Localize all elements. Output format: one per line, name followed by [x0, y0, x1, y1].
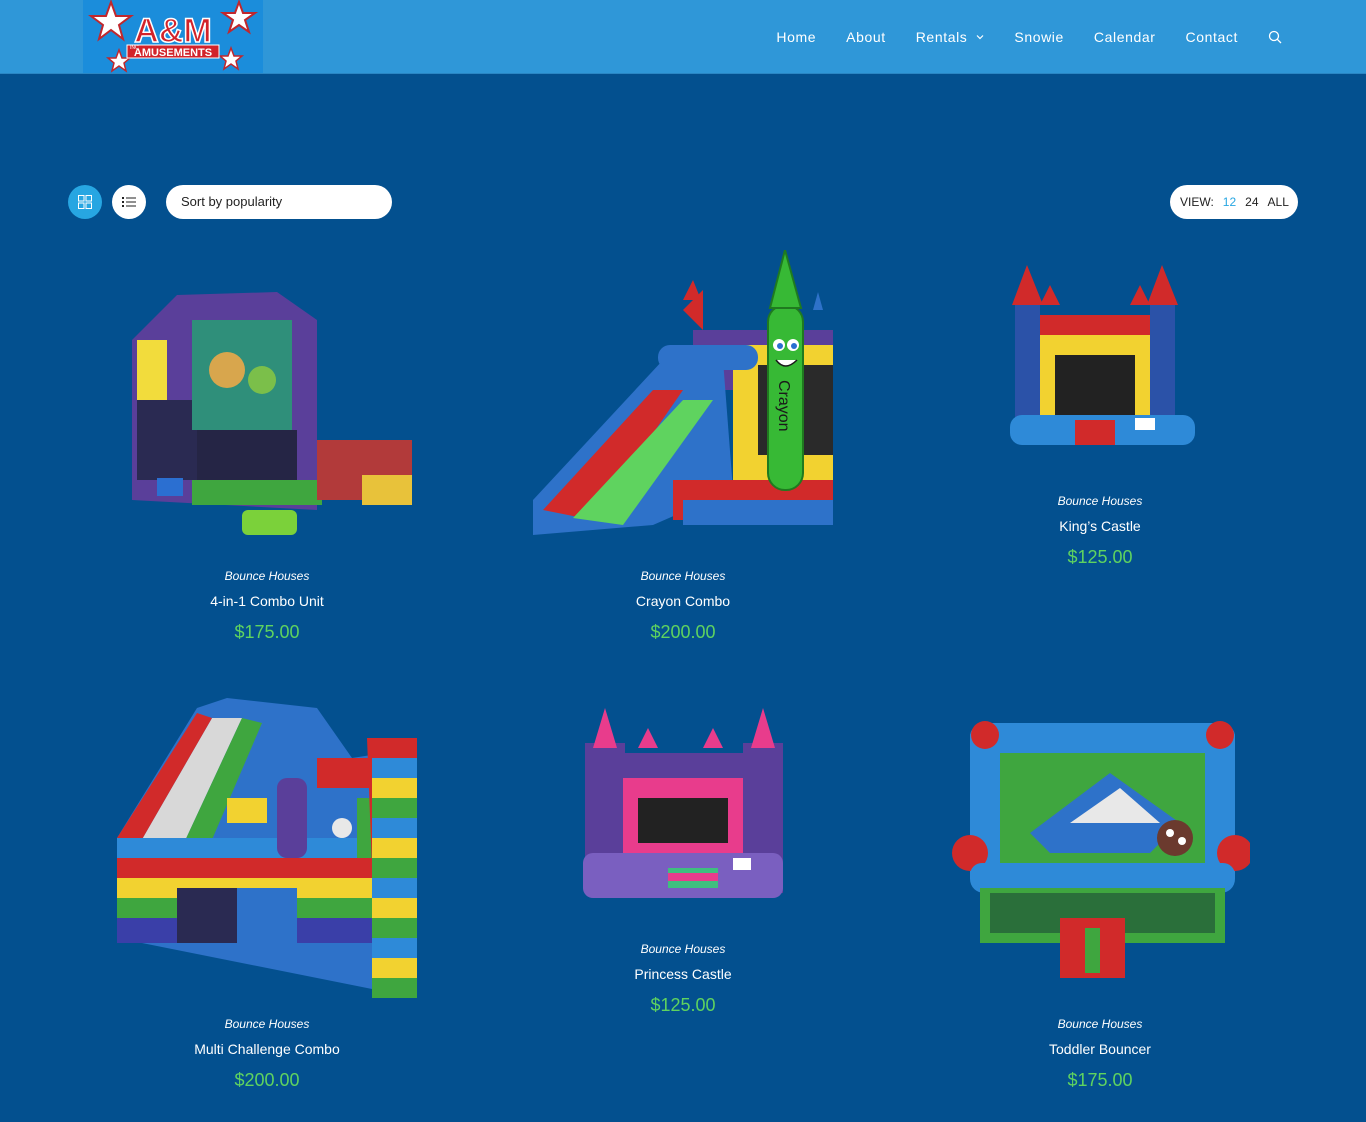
sort-select[interactable]: Sort by popularity — [166, 185, 392, 219]
nav-calendar[interactable]: Calendar — [1094, 29, 1156, 45]
product-card[interactable]: Bounce Houses Multi Challenge Combo $200… — [117, 698, 417, 1098]
product-image[interactable] — [533, 703, 833, 903]
product-category[interactable]: Bounce Houses — [533, 569, 833, 583]
site-logo[interactable]: A&M AMUSEMENTS INC — [83, 0, 263, 73]
product-price: $175.00 — [234, 622, 300, 642]
grid-view-icon — [78, 195, 92, 209]
product-category[interactable]: Bounce Houses — [117, 569, 417, 583]
list-view-button[interactable] — [112, 185, 146, 219]
product-category[interactable]: Bounce Houses — [117, 1017, 417, 1031]
nav-home-label: Home — [776, 29, 817, 45]
nav-calendar-label: Calendar — [1093, 29, 1156, 45]
product-title[interactable]: Princess Castle — [533, 966, 833, 982]
view-option-all[interactable]: ALL — [1268, 195, 1289, 209]
nav-about[interactable]: About — [846, 29, 886, 45]
crayon-label: Crayon — [775, 380, 792, 432]
logo-subtitle: AMUSEMENTS — [134, 47, 212, 59]
product-image[interactable] — [950, 260, 1250, 460]
product-image[interactable]: Crayon — [533, 250, 833, 540]
product-category[interactable]: Bounce Houses — [950, 494, 1250, 508]
chevron-down-icon — [976, 35, 984, 40]
product-card[interactable]: Bounce Houses Princess Castle $125.00 — [533, 698, 833, 1018]
product-image[interactable] — [950, 713, 1250, 983]
product-price: $200.00 — [650, 622, 716, 642]
site-header: A&M AMUSEMENTS INC Home About Rentals Sn… — [0, 0, 1366, 74]
product-image[interactable] — [117, 280, 417, 540]
product-title[interactable]: Toddler Bouncer — [950, 1041, 1250, 1057]
product-price: $175.00 — [1067, 1070, 1133, 1090]
nav-snowie[interactable]: Snowie — [1014, 29, 1064, 45]
grid-view-button[interactable] — [68, 185, 102, 219]
products-per-page: VIEW: 12 24 ALL — [1170, 185, 1298, 219]
view-option-12[interactable]: 12 — [1223, 195, 1236, 209]
product-price: $125.00 — [1067, 547, 1133, 567]
product-price: $200.00 — [234, 1070, 300, 1090]
nav-rentals[interactable]: Rentals — [916, 29, 985, 45]
logo-small-text: INC — [130, 45, 139, 51]
nav-snowie-label: Snowie — [1014, 29, 1064, 45]
product-title[interactable]: Multi Challenge Combo — [117, 1041, 417, 1057]
nav-about-label: About — [846, 29, 886, 45]
product-category[interactable]: Bounce Houses — [950, 1017, 1250, 1031]
product-card[interactable]: Bounce Houses 4-in-1 Combo Unit $175.00 — [117, 250, 417, 650]
product-price: $125.00 — [650, 995, 716, 1015]
view-option-24[interactable]: 24 — [1245, 195, 1258, 209]
nav-home[interactable]: Home — [776, 29, 816, 45]
product-card[interactable]: Bounce Houses King’s Castle $125.00 — [950, 250, 1250, 570]
logo-title: A&M — [134, 12, 211, 50]
product-title[interactable]: Crayon Combo — [533, 593, 833, 609]
list-view-icon — [122, 197, 136, 207]
view-label: VIEW: — [1180, 195, 1214, 209]
nav-contact[interactable]: Contact — [1186, 29, 1238, 45]
product-title[interactable]: 4-in-1 Combo Unit — [117, 593, 417, 609]
shop-toolbar: Sort by popularity VIEW: 12 24 ALL — [68, 185, 1298, 219]
product-card[interactable]: Crayon Bounce Houses Crayon Combo $200.0… — [533, 250, 833, 650]
nav-contact-label: Contact — [1185, 29, 1238, 45]
main-nav: Home About Rentals Snowie Calendar Conta… — [746, 0, 1282, 74]
product-category[interactable]: Bounce Houses — [533, 942, 833, 956]
nav-rentals-label: Rentals — [915, 29, 968, 45]
product-image[interactable] — [117, 698, 417, 998]
search-icon[interactable] — [1268, 30, 1282, 44]
product-card[interactable]: Bounce Houses Toddler Bouncer $175.00 — [950, 698, 1250, 1098]
product-title[interactable]: King’s Castle — [950, 518, 1250, 534]
